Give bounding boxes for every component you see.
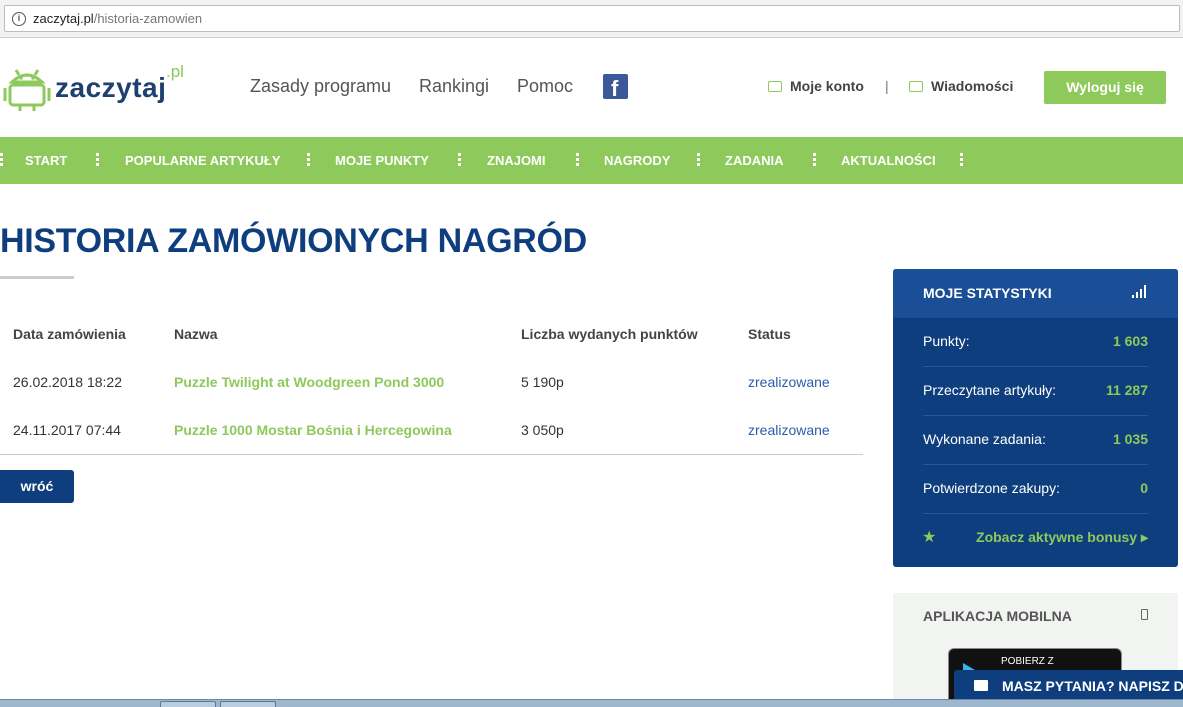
taskbar-item[interactable] [160,701,216,707]
logout-button[interactable]: Wyloguj się [1044,71,1166,104]
main-nav: START POPULARNE ARTYKUŁY MOJE PUNKTY ZNA… [0,137,1183,184]
nav-divider [307,153,310,166]
site-logo[interactable]: zaczytaj .pl [0,62,190,112]
title-underline [0,276,74,279]
stat-value: 0 [1140,480,1148,496]
stat-label: Punkty: [923,333,970,349]
table-bottom-divider [0,454,863,455]
stat-label: Wykonane zadania: [923,431,1046,447]
column-header-points: Liczba wydanych punktów [521,326,698,342]
signal-bars-icon [1132,285,1148,298]
badge-text: POBIERZ Z [1001,656,1054,667]
nav-start[interactable]: START [25,153,67,168]
stats-panel: MOJE STATYSTYKI Punkty: 1 603 Przeczytan… [893,269,1178,567]
active-bonuses-link[interactable]: Zobacz aktywne bonusy ▸ [976,529,1148,546]
back-button[interactable]: wróć [0,470,74,503]
edit-icon [768,81,782,92]
stat-label: Przeczytane artykuły: [923,382,1057,398]
nav-znajomi[interactable]: ZNAJOMI [487,153,546,168]
facebook-icon[interactable]: f [603,74,628,101]
contact-chat-bar[interactable]: MASZ PYTANIA? NAPISZ D [954,670,1183,701]
nav-divider [0,153,3,166]
nav-zadania[interactable]: ZADANIA [725,153,784,168]
stat-row-purchases: Potwierdzone zakupy: 0 [923,465,1148,514]
stat-label: Potwierdzone zakupy: [923,480,1060,496]
column-header-date: Data zamówienia [13,326,126,342]
stats-header: MOJE STATYSTYKI [893,269,1178,318]
order-date: 24.11.2017 07:44 [13,422,121,438]
taskbar-item[interactable] [220,701,276,707]
info-icon[interactable]: i [12,12,26,26]
envelope-icon [909,81,923,92]
link-rankingi[interactable]: Rankingi [419,76,489,97]
nav-divider [458,153,461,166]
stat-row-tasks: Wykonane zadania: 1 035 [923,416,1148,465]
stat-value: 1 603 [1112,333,1148,349]
page-title: HISTORIA ZAMÓWIONYCH NAGRÓD [0,222,587,260]
url-text: zaczytaj.pl/historia-zamowien [33,11,202,26]
order-status: zrealizowane [748,374,830,390]
stat-value: 1 035 [1112,431,1148,447]
nav-moje-punkty[interactable]: MOJE PUNKTY [335,153,429,168]
order-points: 3 050p [521,422,564,438]
stat-row-points: Punkty: 1 603 [923,318,1148,367]
link-zasady-programu[interactable]: Zasady programu [250,76,391,97]
active-bonuses-label: Zobacz aktywne bonusy [976,529,1138,545]
nav-aktualnosci[interactable]: AKTUALNOŚCI [841,153,936,168]
nav-divider [96,153,99,166]
nav-divider [576,153,579,166]
logo-text: zaczytaj [55,72,167,103]
header-separator: | [885,78,889,94]
nav-divider [960,153,963,166]
os-taskbar [0,699,1183,707]
stats-title: MOJE STATYSTYKI [923,285,1052,301]
envelope-icon [974,680,988,691]
nav-popularne-artykuly[interactable]: POPULARNE ARTYKUŁY [125,153,281,168]
star-icon: ★ [922,527,937,546]
order-status: zrealizowane [748,422,830,438]
order-name-link[interactable]: Puzzle Twilight at Woodgreen Pond 3000 [174,374,444,390]
url-field[interactable]: i zaczytaj.pl/historia-zamowien [4,5,1180,32]
link-pomoc[interactable]: Pomoc [517,76,573,97]
url-path: /historia-zamowien [93,11,203,26]
nav-divider [697,153,700,166]
column-header-name: Nazwa [174,326,218,342]
android-mascot-icon [3,69,51,111]
stat-value: 11 287 [1105,382,1148,398]
column-header-status: Status [748,326,791,342]
order-name-link[interactable]: Puzzle 1000 Mostar Bośnia i Hercegowina [174,422,452,438]
mobile-app-title: APLIKACJA MOBILNA [923,608,1072,624]
chat-label: MASZ PYTANIA? NAPISZ D [1002,678,1183,694]
nav-nagrody[interactable]: NAGRODY [604,153,670,168]
my-account-link[interactable]: Moje konto [790,78,864,94]
chevron-right-icon: ▸ [1140,529,1148,545]
browser-address-bar: i zaczytaj.pl/historia-zamowien [0,0,1183,38]
phone-icon [1141,609,1148,620]
stat-row-articles: Przeczytane artykuły: 11 287 [923,367,1148,416]
logo-suffix: .pl [166,62,184,81]
order-date: 26.02.2018 18:22 [13,374,122,390]
url-domain: zaczytaj.pl [33,11,94,26]
order-points: 5 190p [521,374,564,390]
nav-divider [813,153,816,166]
messages-link[interactable]: Wiadomości [931,78,1013,94]
